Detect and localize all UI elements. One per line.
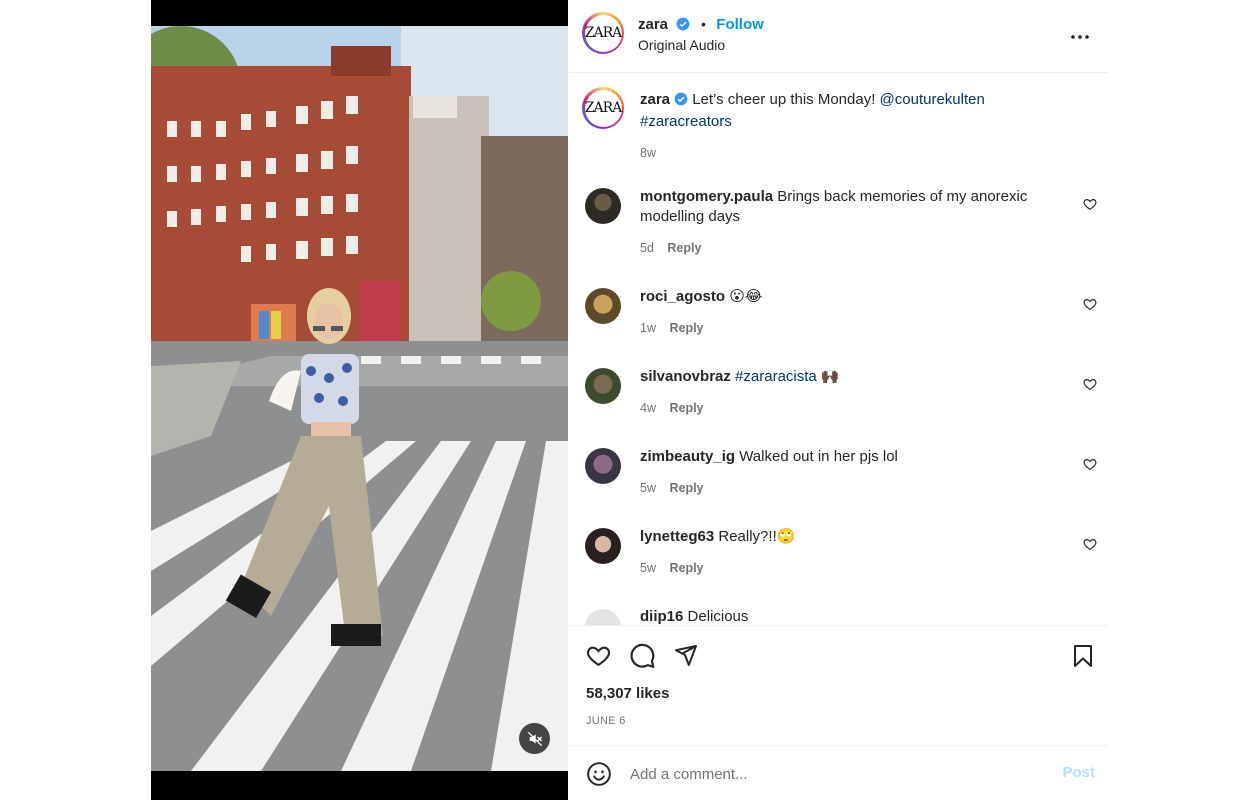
header-username[interactable]: zara — [638, 16, 668, 33]
verified-badge-icon — [676, 17, 690, 37]
heart-icon[interactable] — [585, 643, 612, 668]
comment-username[interactable]: roci_agosto — [640, 288, 725, 305]
video-player[interactable] — [151, 0, 568, 800]
post-button[interactable]: Post — [1062, 764, 1095, 781]
commenter-avatar[interactable] — [585, 609, 621, 625]
comment-composer: Post — [568, 745, 1109, 800]
reply-button[interactable]: Reply — [669, 401, 703, 415]
comment-text: montgomery.paula Brings back memories of… — [640, 187, 1050, 227]
comment-text: lynetteg63 Really?!!🙄 — [640, 527, 1050, 547]
mute-toggle-button[interactable] — [519, 723, 550, 754]
bookmark-icon[interactable] — [1071, 643, 1095, 669]
comment-text: diip16 Delicious — [640, 607, 1050, 625]
commenter-avatar[interactable] — [585, 288, 621, 324]
video-still-image — [151, 26, 568, 771]
reply-button[interactable]: Reply — [669, 481, 703, 495]
comment-text: silvanovbraz #zararacista 🙌🏿 — [640, 367, 1050, 387]
commenter-avatar[interactable] — [585, 368, 621, 404]
likes-count[interactable]: 58,307 likes — [586, 685, 669, 702]
post-panel: ZARA zara • Follow Original Audio ZARA z… — [568, 0, 1109, 800]
share-icon[interactable] — [673, 643, 699, 667]
caption-message: Let’s cheer up this Monday! — [692, 91, 876, 108]
comment-like-heart-icon[interactable] — [1083, 297, 1097, 311]
caption-username[interactable]: zara — [640, 91, 670, 108]
commenter-avatar[interactable] — [585, 448, 621, 484]
caption-logo: ZARA — [584, 89, 622, 127]
comment-username[interactable]: zimbeauty_ig — [640, 448, 735, 465]
comment-body: silvanovbraz #zararacista 🙌🏿 4w Reply — [640, 367, 1050, 415]
comment-like-heart-icon[interactable] — [1083, 197, 1097, 211]
muted-speaker-icon — [527, 731, 542, 746]
comment-text: zimbeauty_ig Walked out in her pjs lol — [640, 447, 1050, 467]
caption-body: zara Let’s cheer up this Monday! @coutur… — [640, 90, 1040, 160]
post-header: ZARA zara • Follow Original Audio — [568, 0, 1109, 73]
comment-meta: 4w Reply — [640, 401, 1050, 415]
comment-message: 😮😂 — [729, 288, 763, 305]
emoji-icon[interactable] — [586, 761, 612, 787]
comment-like-heart-icon[interactable] — [1083, 537, 1097, 551]
post-actions: 58,307 likes JUNE 6 — [568, 625, 1109, 746]
comment-meta: 5w Reply — [640, 481, 1050, 495]
comment-input[interactable] — [628, 761, 1032, 787]
comment-body: lynetteg63 Really?!!🙄 5w Reply — [640, 527, 1050, 575]
caption-time: 8w — [640, 146, 656, 160]
header-account-row: zara • Follow — [638, 14, 764, 37]
comment-message: Really?!!🙄 — [718, 528, 796, 545]
comment-time: 5w — [640, 481, 656, 495]
verified-badge-icon — [674, 92, 688, 112]
comment-body: diip16 Delicious — [640, 607, 1050, 625]
comment-like-heart-icon[interactable] — [1083, 457, 1097, 471]
audio-label[interactable]: Original Audio — [638, 37, 725, 53]
comment-message: 🙌🏿 — [820, 368, 840, 385]
video-frame[interactable] — [151, 26, 568, 771]
comment-hashtag-link[interactable]: #zararacista — [735, 368, 817, 385]
follow-button[interactable]: Follow — [716, 16, 764, 33]
comment-username[interactable]: diip16 — [640, 608, 683, 625]
comment-meta: 5w Reply — [640, 561, 1050, 575]
reply-button[interactable]: Reply — [667, 241, 701, 255]
caption-text: zara Let’s cheer up this Monday! @coutur… — [640, 90, 1040, 132]
commenter-avatar[interactable] — [585, 528, 621, 564]
comment-icon[interactable] — [629, 643, 656, 669]
comment-time: 4w — [640, 401, 656, 415]
more-options-icon[interactable] — [1071, 22, 1089, 45]
comment-like-heart-icon[interactable] — [1083, 377, 1097, 391]
caption-avatar[interactable]: ZARA — [582, 87, 624, 129]
post-date: JUNE 6 — [586, 715, 626, 727]
commenter-avatar[interactable] — [585, 188, 621, 224]
comment-message: Delicious — [687, 608, 749, 625]
comment-text: roci_agosto 😮😂 — [640, 287, 1050, 307]
reply-button[interactable]: Reply — [669, 321, 703, 335]
comment-username[interactable]: montgomery.paula — [640, 188, 773, 205]
comment-body: montgomery.paula Brings back memories of… — [640, 187, 1050, 255]
comment-body: zimbeauty_ig Walked out in her pjs lol 5… — [640, 447, 1050, 495]
comment-username[interactable]: lynetteg63 — [640, 528, 714, 545]
caption-mention-link[interactable]: @couturekulten — [880, 91, 985, 108]
comment-meta: 1w Reply — [640, 321, 1050, 335]
comment-body: roci_agosto 😮😂 1w Reply — [640, 287, 1050, 335]
zara-logo: ZARA — [584, 14, 622, 52]
caption-hashtag-link[interactable]: #zaracreators — [640, 113, 732, 130]
comments-list[interactable]: ZARA zara Let’s cheer up this Monday! @c… — [568, 73, 1109, 625]
comment-time: 5d — [640, 241, 654, 255]
comment-meta: 5d Reply — [640, 241, 1050, 255]
comment-time: 1w — [640, 321, 656, 335]
comment-message: Walked out in her pjs lol — [739, 448, 898, 465]
comment-time: 5w — [640, 561, 656, 575]
comment-username[interactable]: silvanovbraz — [640, 368, 731, 385]
header-separator: • — [700, 16, 706, 32]
reply-button[interactable]: Reply — [669, 561, 703, 575]
account-avatar[interactable]: ZARA — [582, 12, 624, 54]
